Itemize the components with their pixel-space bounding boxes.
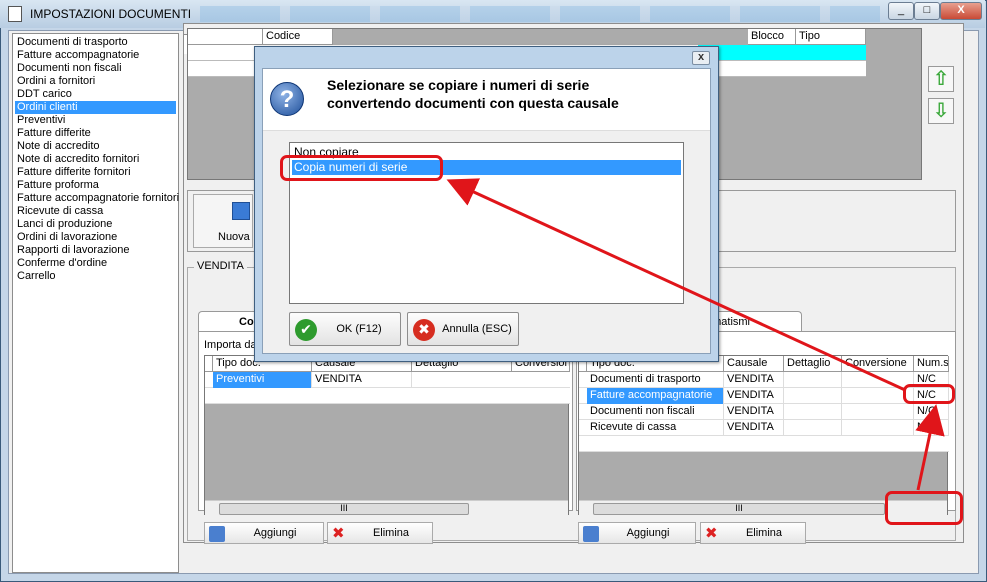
arrow-to-option [446, 178, 906, 392]
arrow-to-cell [915, 404, 945, 491]
annotation-arrows [446, 178, 945, 491]
